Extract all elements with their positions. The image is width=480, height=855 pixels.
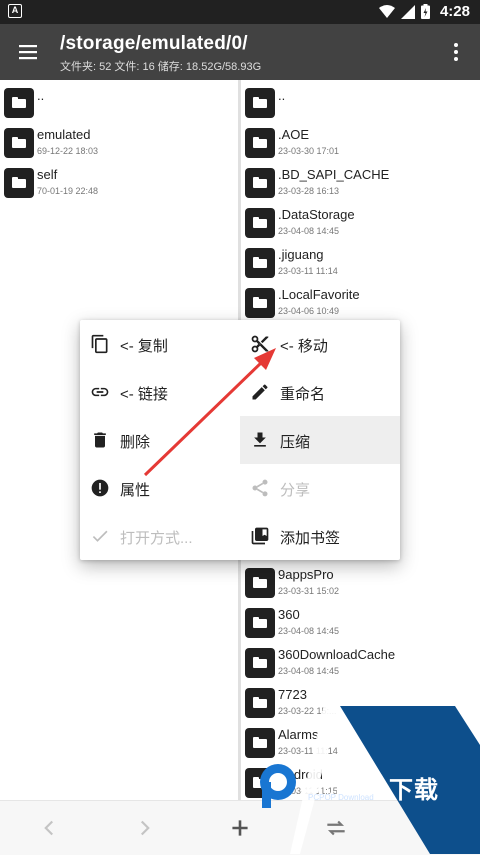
- annotation-arrow: [143, 348, 276, 477]
- back-chevron-icon[interactable]: [36, 815, 62, 841]
- add-icon[interactable]: [227, 815, 253, 841]
- swap-pane-icon[interactable]: [323, 815, 349, 841]
- forward-chevron-icon[interactable]: [132, 815, 158, 841]
- bottom-toolbar: [0, 800, 480, 855]
